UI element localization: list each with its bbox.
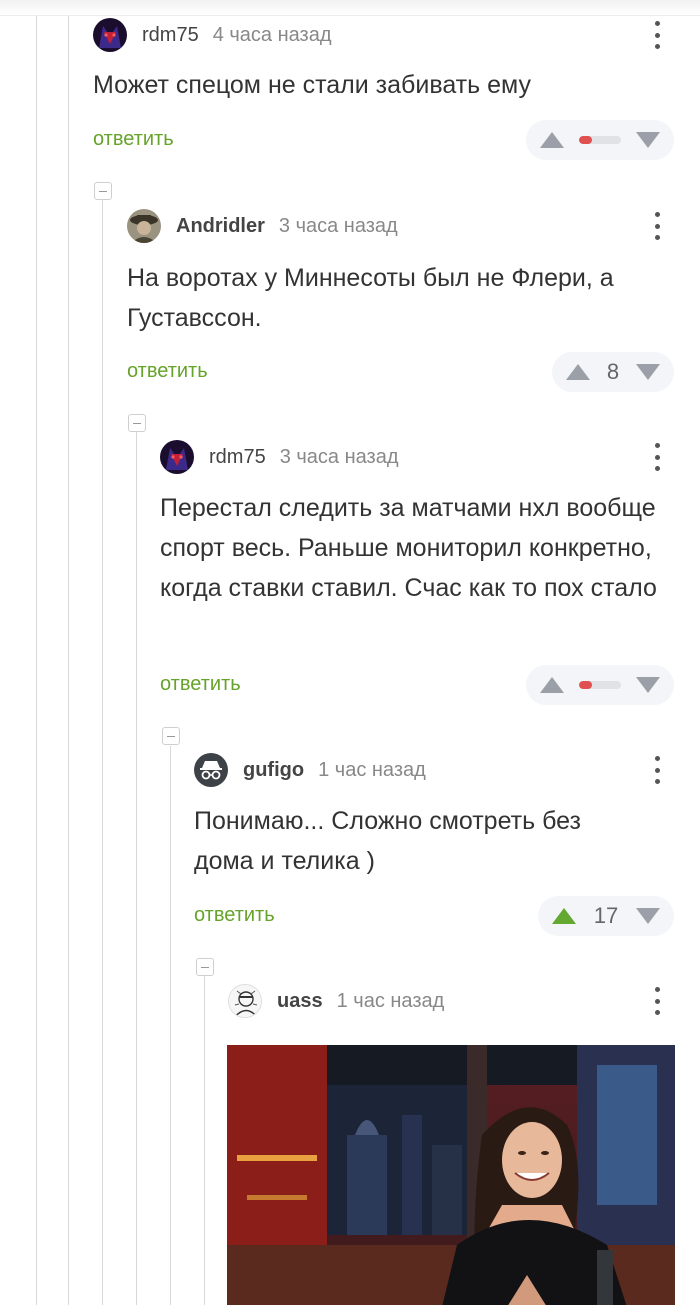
timestamp[interactable]: 1 час назад bbox=[318, 759, 426, 782]
timestamp[interactable]: 4 часа назад bbox=[213, 24, 332, 47]
sketch-avatar[interactable] bbox=[228, 984, 262, 1018]
thread-line bbox=[102, 200, 103, 1305]
comment-header: gufigo 1 час назад bbox=[194, 750, 700, 790]
username[interactable]: Andridler bbox=[176, 215, 265, 238]
username[interactable]: gufigo bbox=[243, 759, 304, 782]
comment-header: Andridler 3 часа назад bbox=[127, 206, 700, 246]
downvote-icon[interactable] bbox=[636, 677, 660, 693]
rating-score: 8 bbox=[606, 359, 620, 384]
soldier-avatar[interactable] bbox=[127, 209, 161, 243]
upvote-icon[interactable] bbox=[540, 677, 564, 693]
collapse-button[interactable] bbox=[162, 727, 180, 745]
thread-line bbox=[68, 0, 69, 1305]
timestamp[interactable]: 3 часа назад bbox=[280, 446, 399, 469]
more-options-icon[interactable] bbox=[654, 987, 660, 1015]
comment-image[interactable] bbox=[227, 1045, 675, 1305]
comment-header: uass 1 час назад bbox=[228, 981, 700, 1021]
thread-line bbox=[36, 0, 37, 1305]
rating-control: 8 bbox=[552, 352, 674, 392]
reply-link[interactable]: ответить bbox=[93, 128, 174, 151]
username[interactable]: rdm75 bbox=[142, 24, 199, 47]
rating-control bbox=[526, 120, 674, 160]
reply-link[interactable]: ответить bbox=[160, 673, 241, 696]
timestamp[interactable]: 3 часа назад bbox=[279, 215, 398, 238]
incognito-avatar[interactable] bbox=[194, 753, 228, 787]
comment-header: rdm75 3 часа назад bbox=[160, 437, 700, 477]
rating-bar bbox=[579, 136, 621, 144]
upvote-icon[interactable] bbox=[540, 132, 564, 148]
more-options-icon[interactable] bbox=[654, 212, 660, 240]
rating-bar bbox=[579, 681, 621, 689]
collapse-button[interactable] bbox=[196, 958, 214, 976]
more-options-icon[interactable] bbox=[654, 756, 660, 784]
downvote-icon[interactable] bbox=[636, 132, 660, 148]
upvote-icon[interactable] bbox=[552, 908, 576, 924]
collapse-button[interactable] bbox=[128, 414, 146, 432]
rating-control bbox=[526, 665, 674, 705]
comment-text: На воротах у Миннесоты был не Флери, а Г… bbox=[127, 264, 614, 332]
comment-text: Перестал следить за матчами нхл вообще с… bbox=[160, 494, 657, 602]
more-options-icon[interactable] bbox=[654, 443, 660, 471]
timestamp[interactable]: 1 час назад bbox=[337, 990, 445, 1013]
top-shadow bbox=[0, 0, 700, 16]
thread-line bbox=[204, 976, 205, 1305]
thread-line bbox=[136, 432, 137, 1305]
rating-control: 17 bbox=[538, 896, 674, 936]
wolf-avatar[interactable] bbox=[93, 18, 127, 52]
username[interactable]: rdm75 bbox=[209, 446, 266, 469]
comment-text: Может спецом не стали забивать ему bbox=[93, 71, 531, 99]
wolf-avatar[interactable] bbox=[160, 440, 194, 474]
username[interactable]: uass bbox=[277, 990, 323, 1013]
more-options-icon[interactable] bbox=[654, 21, 660, 49]
comment-header: rdm75 4 часа назад bbox=[93, 15, 700, 55]
upvote-icon[interactable] bbox=[566, 364, 590, 380]
rating-score: 17 bbox=[593, 903, 619, 928]
reply-link[interactable]: ответить bbox=[127, 360, 208, 383]
comment-text: Понимаю... Сложно смотреть без дома и те… bbox=[194, 807, 581, 875]
reply-link[interactable]: ответить bbox=[194, 904, 275, 927]
downvote-icon[interactable] bbox=[635, 908, 660, 924]
thread-line bbox=[170, 746, 171, 1305]
downvote-icon[interactable] bbox=[636, 364, 660, 380]
collapse-button[interactable] bbox=[94, 182, 112, 200]
